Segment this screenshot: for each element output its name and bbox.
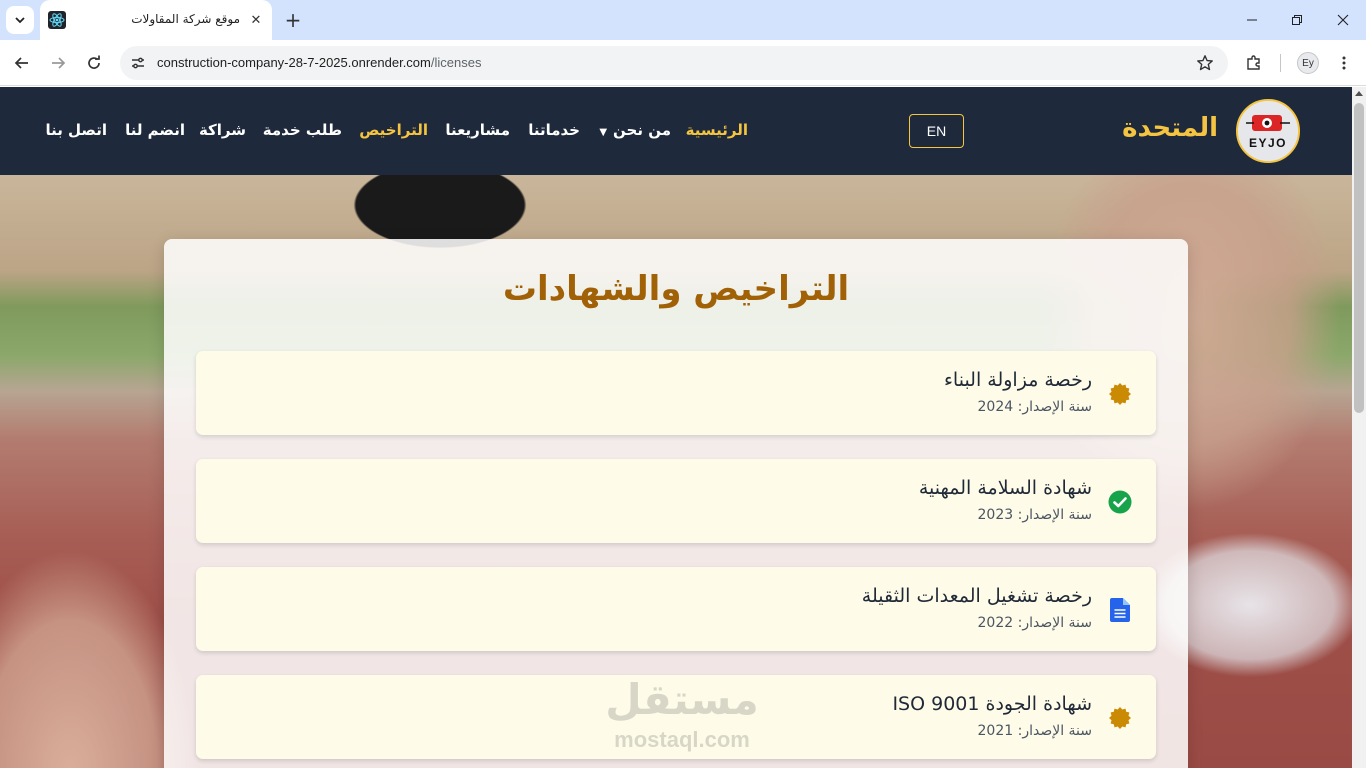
profile-avatar[interactable]: Ey xyxy=(1297,52,1319,74)
company-logo[interactable]: EYJO xyxy=(1236,99,1300,163)
arrow-left-icon xyxy=(14,57,28,69)
license-year: سنة الإصدار: 2022 xyxy=(977,615,1092,631)
language-toggle-button[interactable]: EN xyxy=(909,114,964,148)
nav-services[interactable]: خدماتنا xyxy=(528,121,580,139)
chevron-down-icon xyxy=(15,17,25,24)
license-name: شهادة السلامة المهنية xyxy=(918,477,1092,499)
close-window-button[interactable] xyxy=(1331,8,1355,32)
tab-search-button[interactable] xyxy=(6,6,34,34)
browser-tabstrip: موقع شركة المقاولات ✕ + xyxy=(0,0,1366,40)
page-viewport: EYJO المتحدة EN الرئيسية من نحن ▼ خدماتنا… xyxy=(0,87,1352,768)
brand-name[interactable]: المتحدة xyxy=(1122,113,1218,143)
tab-title: موقع شركة المقاولات xyxy=(131,12,240,26)
seal-icon xyxy=(1108,382,1132,406)
nav-join-us[interactable]: انضم لنا xyxy=(125,121,185,139)
close-icon xyxy=(1337,14,1349,26)
caret-down-icon: ▼ xyxy=(599,127,608,138)
license-year: سنة الإصدار: 2021 xyxy=(977,723,1092,739)
license-name: شهادة الجودة ISO 9001 xyxy=(892,693,1092,715)
browser-tab[interactable]: موقع شركة المقاولات ✕ xyxy=(40,0,272,40)
license-name: رخصة مزاولة البناء xyxy=(943,369,1092,391)
page-scrollbar[interactable] xyxy=(1352,87,1366,768)
puzzle-icon xyxy=(1247,55,1260,70)
toolbar-divider xyxy=(1280,54,1281,72)
nav-contact[interactable]: اتصل بنا xyxy=(45,121,107,139)
watermark-arabic: مستقل xyxy=(605,675,759,724)
bookmark-star-icon[interactable] xyxy=(1194,52,1216,74)
reload-button[interactable] xyxy=(80,49,108,77)
restore-icon xyxy=(1292,15,1302,25)
license-item: رخصة تشغيل المعدات الثقيلة سنة الإصدار: … xyxy=(196,567,1156,651)
reload-icon xyxy=(88,55,100,69)
page-title: التراخيص والشهادات xyxy=(502,269,850,309)
seal-icon xyxy=(1108,706,1132,730)
nav-about[interactable]: من نحن ▼ xyxy=(599,121,671,139)
react-favicon-icon xyxy=(48,11,66,29)
arrow-right-icon xyxy=(52,57,66,69)
license-year: سنة الإصدار: 2024 xyxy=(977,399,1092,415)
nav-partnership[interactable]: شراكة xyxy=(199,121,246,139)
nav-projects[interactable]: مشاريعنا xyxy=(445,121,510,139)
site-navbar: EYJO المتحدة EN الرئيسية من نحن ▼ خدماتنا… xyxy=(0,87,1352,175)
nav-licenses[interactable]: التراخيص xyxy=(359,121,428,139)
document-icon xyxy=(1108,598,1132,622)
restore-button[interactable] xyxy=(1285,8,1309,32)
minimize-icon xyxy=(1247,19,1257,21)
address-bar[interactable]: construction-company-28-7-2025.onrender.… xyxy=(120,46,1228,80)
forward-button[interactable] xyxy=(44,49,72,77)
url-path: /licenses xyxy=(430,55,482,70)
license-year: سنة الإصدار: 2023 xyxy=(977,507,1092,523)
site-info-icon[interactable] xyxy=(128,53,148,73)
back-button[interactable] xyxy=(8,49,36,77)
license-item: رخصة مزاولة البناء سنة الإصدار: 2024 xyxy=(196,351,1156,435)
new-tab-button[interactable]: + xyxy=(282,8,304,32)
browser-menu-button[interactable] xyxy=(1332,51,1356,75)
nav-service-request[interactable]: طلب خدمة xyxy=(263,121,342,139)
logo-text: EYJO xyxy=(1249,136,1287,150)
watermark-latin: mostaql.com xyxy=(614,727,750,752)
nav-about-label: من نحن xyxy=(613,121,671,139)
license-name: رخصة تشغيل المعدات الثقيلة xyxy=(861,585,1092,607)
url-host: construction-company-28-7-2025.onrender.… xyxy=(157,55,431,70)
close-tab-icon[interactable]: ✕ xyxy=(246,10,266,30)
mostaql-watermark: مستقل mostaql.com xyxy=(596,675,776,755)
minimize-button[interactable] xyxy=(1240,8,1264,32)
scrollbar-thumb[interactable] xyxy=(1354,103,1364,413)
check-circle-icon xyxy=(1108,490,1132,514)
license-item: شهادة السلامة المهنية سنة الإصدار: 2023 xyxy=(196,459,1156,543)
url-text[interactable]: construction-company-28-7-2025.onrender.… xyxy=(157,55,481,70)
logo-image: EYJO xyxy=(1238,101,1298,161)
nav-home[interactable]: الرئيسية xyxy=(686,121,748,139)
extensions-button[interactable] xyxy=(1242,51,1266,75)
scroll-up-arrow-icon[interactable] xyxy=(1355,91,1363,96)
browser-toolbar: construction-company-28-7-2025.onrender.… xyxy=(0,40,1366,86)
kebab-menu-icon xyxy=(1342,56,1346,70)
